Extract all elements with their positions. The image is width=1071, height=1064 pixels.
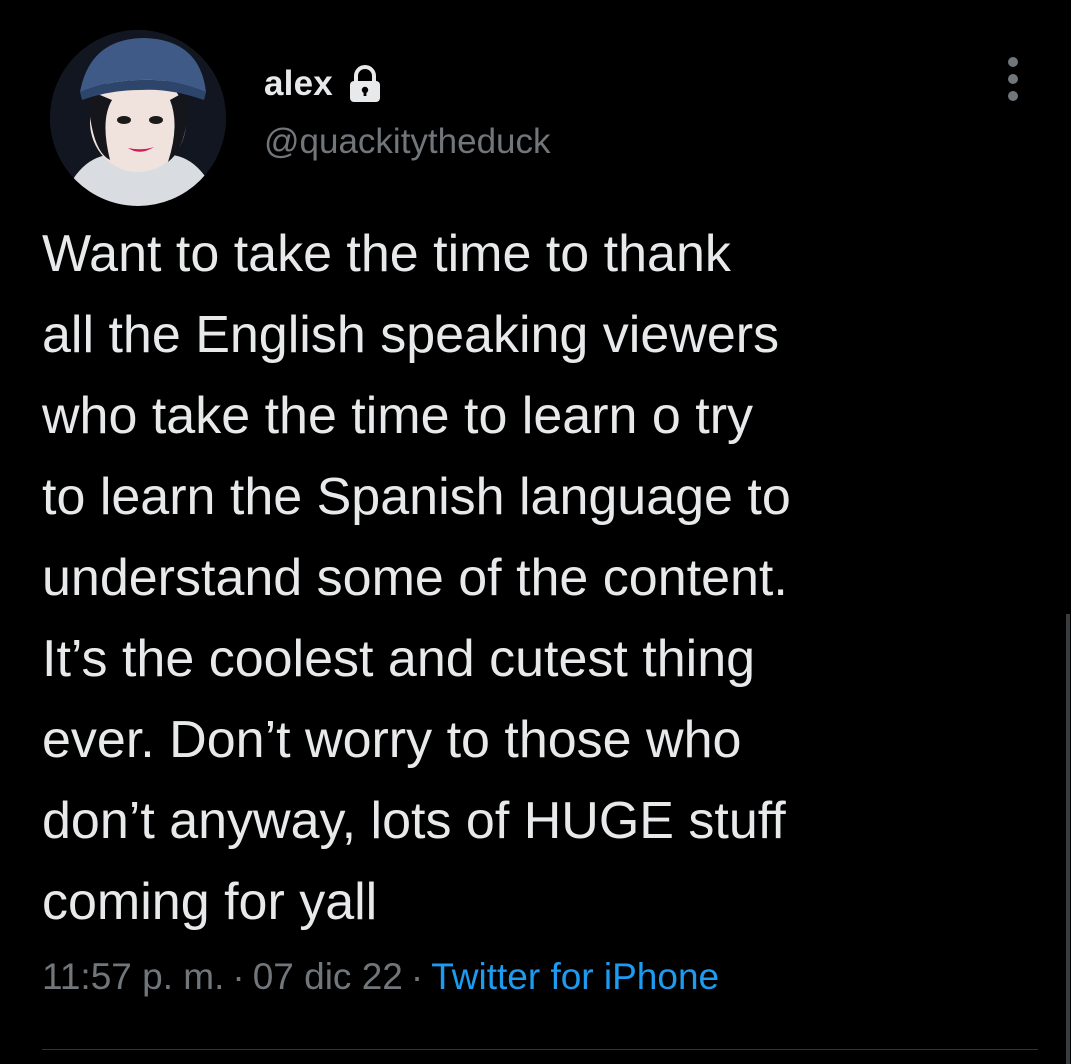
scrollbar[interactable] [1066,614,1070,1064]
tweet-time[interactable]: 11:57 p. m. [42,956,224,997]
author-name-row: alex [264,62,551,106]
avatar-image [50,30,226,206]
tweet: alex @quackitytheduck Want to take the t… [0,0,1071,1064]
avatar[interactable] [50,30,226,206]
tweet-text-line: ever. Don’t worry to those who [42,711,742,769]
tweet-text: Want to take the time to thank all the E… [42,214,1042,943]
tweet-text-line: Want to take the time to thank [42,225,731,283]
tweet-text-line: to learn the Spanish language to [42,468,791,526]
lock-icon [347,64,383,104]
author-handle[interactable]: @quackitytheduck [264,122,551,162]
tweet-date[interactable]: 07 dic 22 [253,956,403,997]
meta-separator: · [410,956,424,997]
divider [42,1049,1038,1050]
more-options-icon[interactable] [996,54,1030,104]
author-display-name[interactable]: alex [264,64,333,104]
tweet-text-line: who take the time to learn o try [42,387,754,445]
tweet-header: alex @quackitytheduck [264,62,551,162]
tweet-source-link[interactable]: Twitter for iPhone [431,956,719,997]
tweet-text-line: all the English speaking viewers [42,306,780,364]
tweet-text-line: coming for yall [42,873,378,931]
tweet-text-line: It’s the coolest and cutest thing [42,630,756,688]
tweet-text-line: don’t anyway, lots of HUGE stuff [42,792,786,850]
tweet-text-line: understand some of the content. [42,549,788,607]
meta-separator: · [232,956,245,997]
tweet-metadata: 11:57 p. m. · 07 dic 22 · Twitter for iPhone [42,956,719,998]
